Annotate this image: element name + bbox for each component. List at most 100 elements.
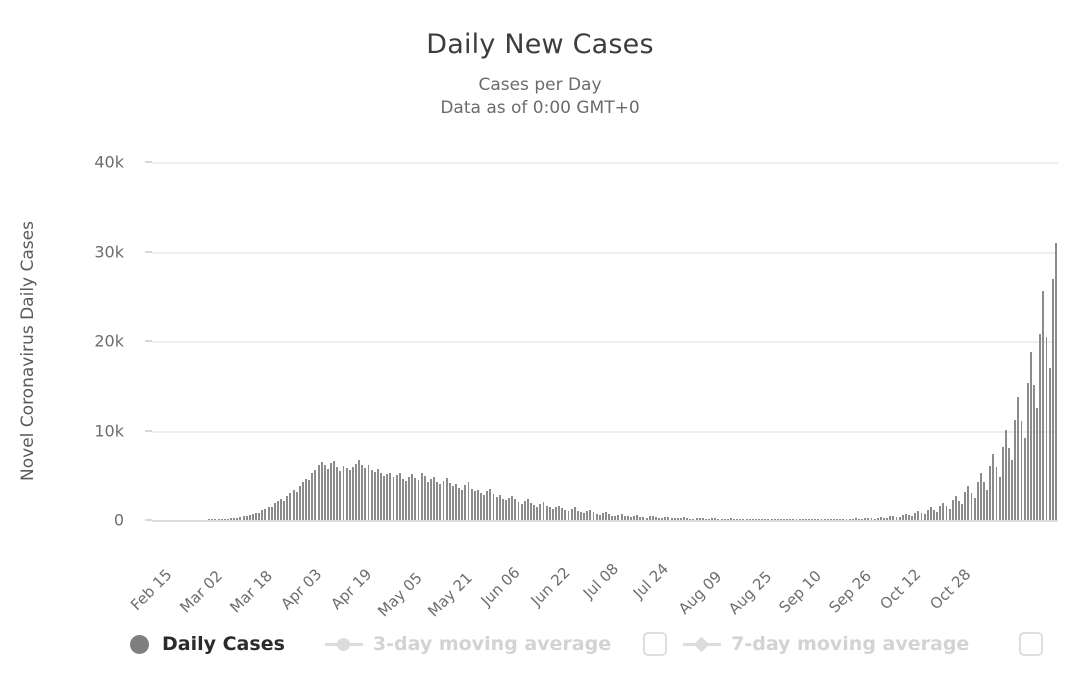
bar[interactable] — [564, 510, 567, 520]
bar[interactable] — [583, 512, 586, 520]
bar[interactable] — [326, 469, 329, 520]
bar[interactable] — [995, 467, 998, 520]
bar[interactable] — [414, 477, 417, 520]
bar[interactable] — [605, 511, 607, 520]
bar[interactable] — [945, 506, 948, 520]
bar[interactable] — [370, 469, 373, 520]
bar[interactable] — [364, 468, 367, 520]
bar[interactable] — [348, 469, 351, 520]
bar[interactable] — [483, 494, 486, 520]
bar[interactable] — [264, 508, 267, 520]
bar[interactable] — [320, 461, 323, 520]
bar[interactable] — [1042, 290, 1045, 520]
bar[interactable] — [492, 494, 495, 520]
bar[interactable] — [355, 463, 357, 520]
bar[interactable] — [361, 464, 364, 520]
bar[interactable] — [467, 482, 470, 520]
bar[interactable] — [1008, 447, 1010, 520]
bar[interactable] — [555, 507, 557, 520]
bar[interactable] — [305, 478, 307, 520]
bar[interactable] — [1036, 408, 1039, 520]
bar[interactable] — [958, 500, 960, 520]
bar[interactable] — [580, 511, 582, 520]
bar[interactable] — [998, 477, 1001, 520]
bar[interactable] — [461, 489, 464, 520]
bar[interactable] — [426, 481, 429, 520]
bar[interactable] — [336, 467, 339, 520]
bar[interactable] — [330, 462, 332, 520]
bar[interactable] — [1048, 367, 1051, 520]
bar[interactable] — [1029, 351, 1032, 520]
bar[interactable] — [1023, 437, 1026, 520]
bar[interactable] — [561, 508, 564, 520]
bar[interactable] — [351, 467, 354, 520]
bar[interactable] — [514, 499, 517, 520]
bar[interactable] — [292, 490, 295, 520]
bar[interactable] — [954, 495, 957, 520]
bar[interactable] — [545, 505, 548, 520]
bar[interactable] — [929, 507, 932, 520]
legend-item-daily-cases[interactable]: Daily Cases — [130, 633, 285, 655]
bar[interactable] — [486, 491, 489, 520]
bar[interactable] — [405, 480, 407, 520]
bar[interactable] — [261, 510, 264, 520]
bar[interactable] — [345, 468, 348, 520]
bar[interactable] — [495, 496, 498, 520]
bar[interactable] — [323, 464, 326, 520]
bar[interactable] — [517, 502, 520, 520]
bar[interactable] — [308, 479, 311, 520]
bar[interactable] — [592, 512, 595, 520]
bar[interactable] — [530, 503, 532, 520]
bar[interactable] — [458, 487, 461, 520]
legend-item-3day-moving-average[interactable]: 3-day moving average — [324, 633, 611, 655]
bar[interactable] — [383, 476, 386, 520]
bar[interactable] — [989, 466, 992, 520]
bar[interactable] — [442, 480, 445, 520]
bar[interactable] — [589, 510, 592, 520]
bar[interactable] — [936, 511, 939, 520]
checkbox-3day-moving-average[interactable] — [643, 632, 668, 656]
bar[interactable] — [258, 513, 261, 520]
bar[interactable] — [445, 477, 448, 520]
bar[interactable] — [505, 500, 507, 520]
bar[interactable] — [967, 486, 970, 520]
bar[interactable] — [392, 477, 395, 520]
bar[interactable] — [273, 503, 276, 520]
bar[interactable] — [1011, 460, 1014, 520]
bar[interactable] — [298, 486, 301, 520]
bar[interactable] — [476, 489, 479, 520]
bar[interactable] — [436, 482, 439, 520]
bar[interactable] — [511, 495, 514, 520]
bar[interactable] — [961, 504, 964, 520]
bar[interactable] — [398, 473, 401, 520]
bar[interactable] — [536, 506, 539, 520]
bar[interactable] — [455, 484, 457, 520]
bar[interactable] — [433, 477, 436, 520]
bar[interactable] — [970, 493, 973, 520]
bar[interactable] — [411, 474, 414, 520]
bar[interactable] — [942, 502, 945, 520]
bar[interactable] — [983, 482, 985, 520]
bar[interactable] — [586, 511, 589, 520]
bar[interactable] — [451, 486, 454, 520]
bar[interactable] — [1054, 242, 1057, 520]
bar[interactable] — [573, 507, 576, 520]
bar[interactable] — [964, 492, 967, 520]
bar[interactable] — [1004, 429, 1007, 520]
bar[interactable] — [1045, 336, 1048, 520]
bar[interactable] — [917, 511, 920, 520]
bar[interactable] — [1026, 383, 1029, 520]
bar[interactable] — [498, 494, 501, 520]
bar[interactable] — [489, 488, 492, 520]
bar[interactable] — [286, 496, 289, 520]
bar[interactable] — [576, 511, 579, 520]
bar[interactable] — [373, 471, 376, 520]
bar[interactable] — [1039, 333, 1042, 520]
bar[interactable] — [548, 507, 551, 520]
bar[interactable] — [276, 501, 279, 520]
bar[interactable] — [339, 470, 342, 520]
legend-toggle-7day-moving-average[interactable] — [1019, 632, 1044, 656]
bar[interactable] — [314, 469, 317, 520]
bar[interactable] — [386, 474, 389, 520]
bar[interactable] — [939, 505, 942, 520]
